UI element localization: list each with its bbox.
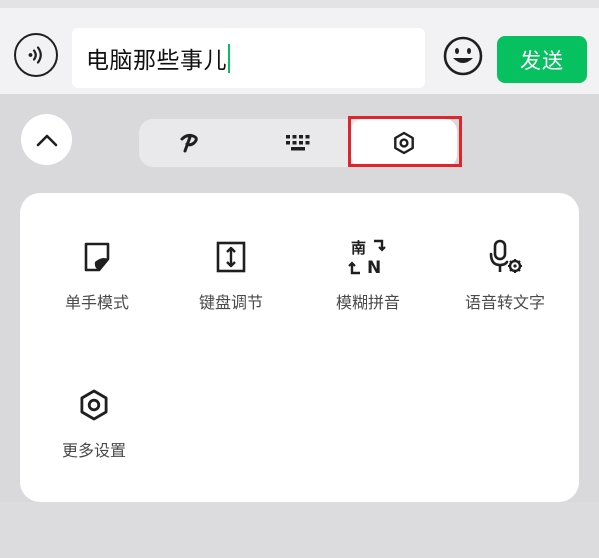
bottom-strip bbox=[0, 502, 599, 558]
chevron-up-icon bbox=[36, 134, 57, 146]
settings-panel: 单手模式 键盘调节 南 N 模糊拼音 语音转文字 更多设置 bbox=[20, 193, 579, 502]
input-bar: 电脑那些事儿 发送 bbox=[0, 8, 599, 94]
tool-label: 单手模式 bbox=[64, 293, 129, 312]
keyboard-icon bbox=[286, 135, 310, 151]
message-input[interactable]: 电脑那些事儿 bbox=[72, 28, 425, 88]
voice-icon bbox=[28, 46, 42, 64]
tool-label: 语音转文字 bbox=[464, 293, 545, 312]
annotation-highlight-box bbox=[348, 116, 462, 167]
resize-icon bbox=[216, 241, 246, 273]
emoji-icon bbox=[443, 36, 483, 76]
tool-label: 模糊拼音 bbox=[335, 293, 400, 312]
tool-speech-to-text[interactable]: 语音转文字 bbox=[440, 237, 570, 313]
send-button[interactable]: 发送 bbox=[497, 36, 587, 83]
one-hand-icon bbox=[84, 242, 110, 272]
tab-handwriting[interactable] bbox=[139, 119, 245, 167]
collapse-button[interactable] bbox=[21, 114, 72, 165]
message-input-value: 电脑那些事儿 bbox=[86, 48, 227, 74]
mic-settings-icon bbox=[489, 239, 522, 273]
tool-keyboard-adjust[interactable]: 键盘调节 bbox=[166, 237, 296, 313]
emoji-button[interactable] bbox=[441, 34, 485, 78]
tool-one-hand-mode[interactable]: 单手模式 bbox=[32, 237, 162, 313]
fuzzy-pinyin-icon-top: 南 bbox=[351, 239, 366, 257]
fuzzy-pinyin-icon: 南 N bbox=[348, 239, 386, 277]
settings-hex-icon bbox=[80, 389, 108, 421]
voice-button[interactable] bbox=[14, 33, 58, 77]
tool-label: 键盘调节 bbox=[198, 293, 263, 312]
tab-keyboard[interactable] bbox=[245, 119, 351, 167]
tool-more-settings[interactable]: 更多设置 bbox=[29, 385, 159, 461]
handwriting-icon bbox=[180, 133, 198, 153]
fuzzy-pinyin-icon-bottom: N bbox=[367, 258, 381, 277]
text-caret bbox=[228, 43, 230, 73]
tool-label: 更多设置 bbox=[61, 441, 126, 460]
top-strip bbox=[0, 0, 599, 8]
tool-fuzzy-pinyin[interactable]: 南 N 模糊拼音 bbox=[303, 237, 433, 313]
